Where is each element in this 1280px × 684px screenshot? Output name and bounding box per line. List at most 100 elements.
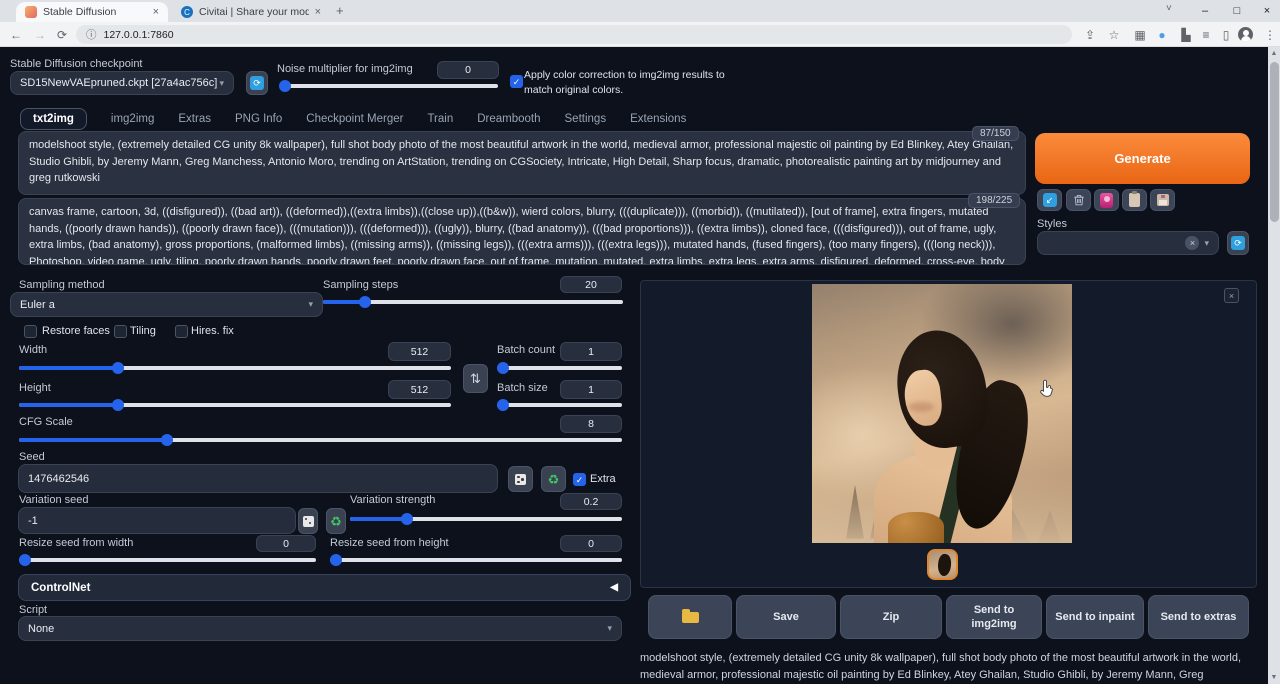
- variation-seed-input[interactable]: -1: [18, 507, 296, 534]
- tab-txt2img[interactable]: txt2img: [20, 108, 87, 130]
- profile-avatar[interactable]: [1238, 27, 1253, 42]
- swap-dimensions-button[interactable]: ⇅: [463, 364, 488, 393]
- extra-networks-button[interactable]: [1094, 189, 1119, 211]
- reuse-variation-seed-button[interactable]: ♻: [326, 508, 346, 534]
- controlnet-accordion[interactable]: ControlNet ◀: [18, 574, 631, 601]
- resize-seed-width-value[interactable]: 0: [256, 535, 316, 552]
- hires-fix-label: Hires. fix: [191, 325, 234, 337]
- tab-settings[interactable]: Settings: [565, 113, 607, 125]
- sampling-steps-slider[interactable]: [323, 300, 623, 304]
- cfg-scale-value[interactable]: 8: [560, 415, 622, 433]
- forward-icon[interactable]: →: [30, 25, 50, 44]
- batch-count-value[interactable]: 1: [560, 342, 622, 361]
- random-variation-seed-button[interactable]: [298, 508, 318, 534]
- styles-dropdown[interactable]: × ▾: [1037, 231, 1219, 255]
- scroll-up-icon[interactable]: ▲: [1268, 47, 1280, 60]
- resize-seed-width-slider[interactable]: [19, 558, 316, 562]
- resize-seed-height-slider[interactable]: [330, 558, 622, 562]
- height-slider[interactable]: [19, 403, 451, 407]
- scroll-down-icon[interactable]: ▼: [1268, 671, 1280, 684]
- tab-checkpoint-merger[interactable]: Checkpoint Merger: [306, 113, 403, 125]
- tab-png-info[interactable]: PNG Info: [235, 113, 282, 125]
- tab-img2img[interactable]: img2img: [111, 113, 154, 125]
- refresh-styles-button[interactable]: ⟳: [1227, 231, 1249, 255]
- address-bar[interactable]: ⓘ 127.0.0.1:7860: [76, 25, 1072, 44]
- batch-size-value[interactable]: 1: [560, 380, 622, 399]
- width-slider[interactable]: [19, 366, 451, 370]
- resize-seed-height-label: Resize seed from height: [330, 537, 449, 549]
- refresh-checkpoints-button[interactable]: ⟳: [246, 71, 268, 95]
- window-minimize-button[interactable]: –: [1190, 0, 1220, 22]
- side-panel-icon[interactable]: ▯: [1216, 25, 1236, 44]
- restore-faces-checkbox[interactable]: [24, 325, 37, 338]
- apply-style-button[interactable]: [1122, 189, 1147, 211]
- prompt-textarea[interactable]: modelshoot style, (extremely detailed CG…: [18, 131, 1026, 195]
- height-value[interactable]: 512: [388, 380, 451, 399]
- browser-menu-kebab-icon[interactable]: ⋮: [1260, 25, 1280, 44]
- window-maximize-button[interactable]: □: [1222, 0, 1252, 22]
- send-to-img2img-button[interactable]: Send to img2img: [946, 595, 1042, 639]
- color-correction-checkbox[interactable]: ✓: [510, 75, 523, 88]
- tab-close-icon[interactable]: ×: [153, 6, 159, 18]
- sampling-method-dropdown[interactable]: Euler a ▾: [10, 292, 323, 317]
- bookmark-star-icon[interactable]: ☆: [1104, 25, 1124, 44]
- tiling-checkbox[interactable]: [114, 325, 127, 338]
- extra-seed-checkbox[interactable]: ✓: [573, 473, 586, 486]
- extension-grid-icon[interactable]: ▦: [1130, 25, 1150, 44]
- close-gallery-button[interactable]: ×: [1224, 288, 1239, 303]
- send-to-extras-button[interactable]: Send to extras: [1148, 595, 1249, 639]
- browser-tab-stable-diffusion[interactable]: Stable Diffusion ×: [16, 2, 168, 22]
- noise-multiplier-value[interactable]: 0: [437, 61, 499, 79]
- clear-styles-icon[interactable]: ×: [1185, 236, 1199, 250]
- scrollbar-thumb[interactable]: [1270, 62, 1279, 222]
- reuse-seed-button[interactable]: ♻: [541, 466, 566, 492]
- save-button[interactable]: Save: [736, 595, 836, 639]
- tab-dreambooth[interactable]: Dreambooth: [477, 113, 540, 125]
- zip-button[interactable]: Zip: [840, 595, 942, 639]
- tab-extensions[interactable]: Extensions: [630, 113, 686, 125]
- variation-strength-value[interactable]: 0.2: [560, 493, 622, 510]
- color-correction-label: Apply color correction to img2img result…: [524, 68, 732, 98]
- refresh-icon: ⟳: [1231, 236, 1245, 250]
- window-close-button[interactable]: ×: [1252, 0, 1280, 22]
- main-tab-bar: txt2img img2img Extras PNG Info Checkpoi…: [20, 107, 686, 131]
- paste-params-button[interactable]: ↙: [1037, 189, 1062, 211]
- tab-train[interactable]: Train: [427, 113, 453, 125]
- reading-list-icon[interactable]: ≡: [1196, 25, 1216, 44]
- negative-prompt-textarea[interactable]: canvas frame, cartoon, 3d, ((disfigured)…: [18, 198, 1026, 265]
- site-info-icon[interactable]: ⓘ: [86, 27, 97, 42]
- extension-dot-icon[interactable]: ●: [1152, 25, 1172, 44]
- new-tab-icon[interactable]: +: [336, 3, 344, 18]
- clear-prompt-button[interactable]: [1066, 189, 1091, 211]
- random-seed-button[interactable]: [508, 466, 533, 492]
- batch-size-label: Batch size: [497, 382, 548, 394]
- reload-icon[interactable]: ⟳: [52, 25, 72, 44]
- noise-multiplier-slider[interactable]: [281, 84, 498, 88]
- chevron-down-icon[interactable]: ˅: [1166, 3, 1172, 14]
- refresh-icon: ⟳: [250, 76, 264, 90]
- tab-extras[interactable]: Extras: [178, 113, 211, 125]
- extensions-puzzle-icon[interactable]: ▙: [1176, 25, 1196, 44]
- browser-tab-civitai[interactable]: C Civitai | Share your models ×: [172, 2, 330, 22]
- checkpoint-dropdown[interactable]: SD15NewVAEpruned.ckpt [27a4ac756c] ▾: [10, 71, 234, 95]
- collapse-arrow-icon: ◀: [610, 582, 618, 593]
- generate-button[interactable]: Generate: [1035, 133, 1250, 184]
- resize-seed-height-value[interactable]: 0: [560, 535, 622, 552]
- generated-image[interactable]: [812, 284, 1072, 543]
- share-icon[interactable]: ⇪: [1080, 25, 1100, 44]
- variation-strength-slider[interactable]: [350, 517, 622, 521]
- cfg-scale-slider[interactable]: [19, 438, 622, 442]
- back-icon[interactable]: ←: [6, 25, 26, 44]
- save-style-button[interactable]: [1150, 189, 1175, 211]
- batch-count-slider[interactable]: [497, 366, 622, 370]
- script-dropdown[interactable]: None ▾: [18, 616, 622, 641]
- tab-close-icon[interactable]: ×: [315, 6, 321, 18]
- seed-input[interactable]: 1476462546: [18, 464, 498, 493]
- batch-size-slider[interactable]: [497, 403, 622, 407]
- sampling-steps-value[interactable]: 20: [560, 276, 622, 293]
- hires-fix-checkbox[interactable]: [175, 325, 188, 338]
- gallery-thumbnail-selected[interactable]: [927, 549, 958, 580]
- open-folder-button[interactable]: [648, 595, 732, 639]
- width-value[interactable]: 512: [388, 342, 451, 361]
- send-to-inpaint-button[interactable]: Send to inpaint: [1046, 595, 1144, 639]
